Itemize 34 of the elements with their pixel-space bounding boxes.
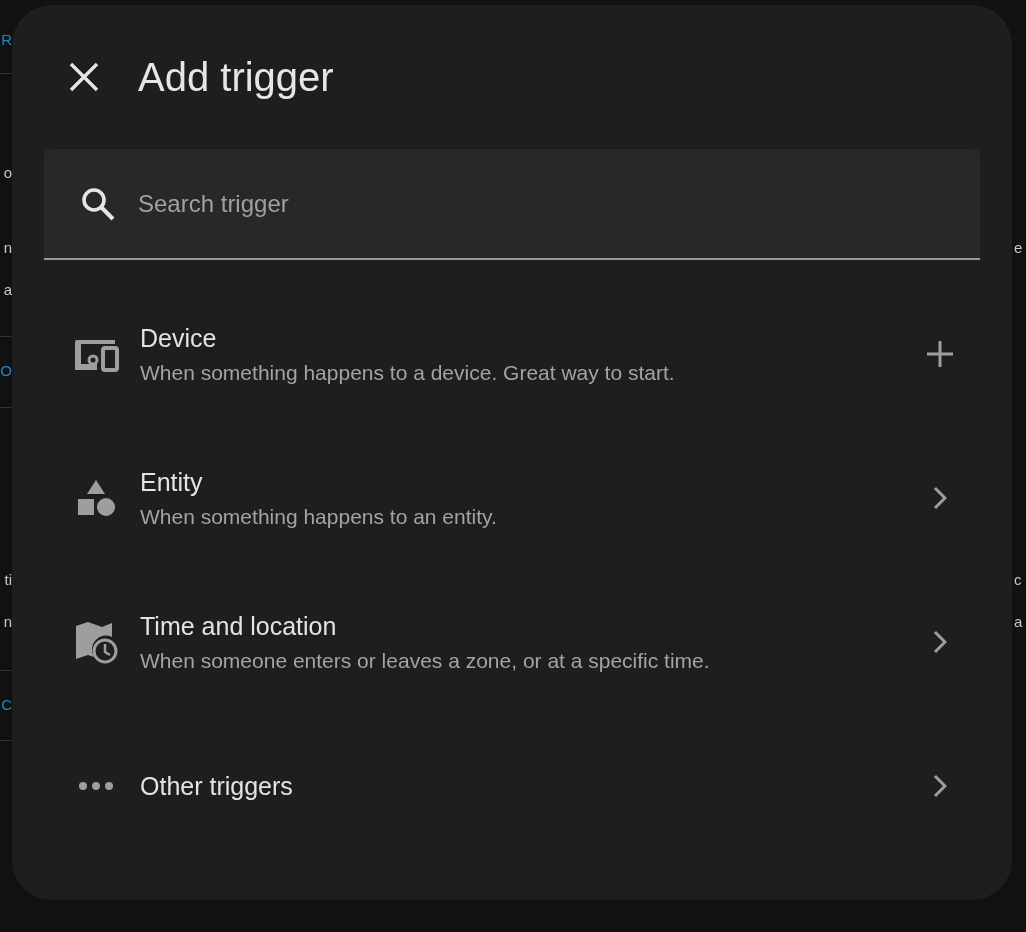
- link-text[interactable]: C: [1, 694, 12, 716]
- trigger-item[interactable]: Device When something happens to a device. Great way to start.: [44, 282, 980, 426]
- plus-icon: [926, 340, 954, 368]
- item-title: Other triggers: [140, 771, 294, 801]
- chevron-right-icon: [933, 774, 947, 798]
- chevron-right-icon: [933, 486, 947, 510]
- chevron-right-icon: [933, 630, 947, 654]
- item-description: When something happens to an entity.: [140, 504, 498, 529]
- search-input[interactable]: Search trigger: [138, 183, 980, 224]
- item-description: When something happens to a device. Great way to start.: [140, 360, 676, 385]
- text: ti: [4, 570, 12, 590]
- text: e: [1014, 238, 1023, 258]
- text: c: [1014, 570, 1022, 590]
- text: o: [3, 163, 12, 183]
- text: a: [1014, 612, 1023, 632]
- text: a: [3, 280, 12, 300]
- item-title: Entity: [140, 467, 204, 497]
- item-description: When someone enters or leaves a zone, or at a specific time.: [140, 648, 711, 673]
- map-clock-icon: [74, 620, 118, 664]
- item-title: Device: [140, 323, 218, 353]
- text: n: [3, 612, 12, 632]
- close-icon: [69, 62, 99, 92]
- search-icon: [80, 185, 116, 222]
- item-title: Time and location: [140, 611, 338, 641]
- text: n: [3, 238, 12, 258]
- trigger-item[interactable]: Entity When something happens to an entity.: [44, 426, 980, 570]
- link-text[interactable]: R: [1, 29, 12, 51]
- dialog-title: Add trigger: [138, 54, 334, 100]
- search-field[interactable]: Search trigger: [44, 149, 980, 260]
- more-icon: [78, 781, 114, 791]
- shapes-icon: [76, 478, 116, 518]
- link-text[interactable]: O: [0, 360, 12, 382]
- trigger-item[interactable]: Other triggers: [44, 714, 980, 858]
- trigger-item[interactable]: Time and location When someone enters or leaves a zone, or at a specific time.: [44, 570, 980, 714]
